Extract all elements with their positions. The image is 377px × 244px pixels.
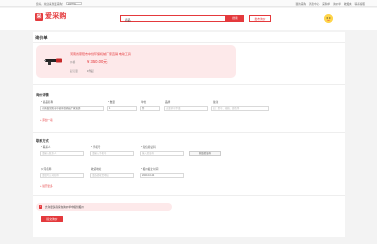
label-sms-code: * 短信验证码 <box>141 146 156 149</box>
col-unit: 单位 <box>141 101 147 104</box>
top-link-customer-service[interactable]: 联系客服 <box>355 2 365 6</box>
company-field[interactable]: 请填写公司名称 <box>40 173 84 178</box>
product-name[interactable]: 河南省荥阳市中创环保机械厂家直销 电动工具 <box>70 52 131 56</box>
publish-inquiry-button[interactable]: 发布询价 <box>249 15 271 22</box>
label-phone: * 手机号 <box>91 146 101 149</box>
contact-section-title: 联系方式 <box>36 139 49 143</box>
mascot-face-icon <box>324 14 333 23</box>
contact-field[interactable]: 请输入联系人 <box>40 151 84 156</box>
search-category[interactable]: 商品 <box>125 18 131 22</box>
quantity-field[interactable]: 1 <box>107 106 137 111</box>
agreement-bar: ✓ 允许更多商家在询价单中提供报价 <box>36 203 172 211</box>
mascot-icon[interactable] <box>324 14 333 23</box>
page-title: 询价单 <box>35 35 48 40</box>
main-panel: 询价单 河南省荥阳市中创环保机械厂家直销 电动工具 价格 ¥ 350.00元 起… <box>33 32 345 237</box>
top-links: 我的采购 消息中心 采购单 询价单 收藏夹 联系客服 <box>296 2 365 6</box>
top-link-favorites[interactable]: 收藏夹 <box>344 2 352 6</box>
product-price: ¥ 350.00元 <box>87 59 108 64</box>
product-card: 河南省荥阳市中创环保机械厂家直销 电动工具 价格 ¥ 350.00元 起订量 1… <box>36 45 236 78</box>
submit-inquiry-button[interactable]: 提交询价 <box>41 216 63 222</box>
section-divider-3 <box>33 195 345 196</box>
phone-field[interactable]: 请输入手机号 <box>90 151 134 156</box>
section-divider <box>33 84 345 85</box>
label-deadline: * 报价截止时间 <box>141 168 159 171</box>
power-tool-image <box>44 58 62 65</box>
logo-icon[interactable]: 采 <box>35 13 43 21</box>
unit-select[interactable]: 件 <box>140 106 160 111</box>
top-link-purchase-list[interactable]: 采购单 <box>322 2 330 6</box>
title-divider <box>33 42 345 43</box>
label-contact: * 联系人 <box>41 146 51 149</box>
top-link-messages[interactable]: 消息中心 <box>309 2 319 6</box>
address-select[interactable]: 请选择收货地址 <box>90 173 134 178</box>
search-button[interactable]: 搜索 <box>226 15 244 22</box>
brand-field[interactable]: 无要求可不填 <box>164 106 208 111</box>
top-bar: 您好，欢迎来到爱采购！ 15****0 我的采购 消息中心 采购单 询价单 收藏… <box>0 0 377 7</box>
label-address: 收货地址 <box>91 168 102 171</box>
product-name-field[interactable]: 河南省荥阳市中创环保机械厂家直销 <box>40 106 104 111</box>
min-order-label: 起订量 <box>70 70 78 73</box>
agreement-text: 允许更多商家在询价单中提供报价 <box>45 206 84 210</box>
col-brand: 品牌 <box>165 101 171 104</box>
note-field[interactable]: 如：型号、规格、颜色等 <box>211 106 269 111</box>
add-item-link[interactable]: + 添加一项 <box>40 118 53 122</box>
search-input[interactable]: 商品 <box>120 15 226 22</box>
min-order-value: 1件起 <box>87 70 94 73</box>
logo-text[interactable]: 爱采购 <box>45 13 67 21</box>
deadline-date-field[interactable]: 2020-10-24 <box>140 173 184 178</box>
top-link-inquiry-list[interactable]: 询价单 <box>333 2 341 6</box>
col-note: 备注 <box>213 101 219 104</box>
top-link-my-purchase[interactable]: 我的采购 <box>296 2 306 6</box>
col-quantity: * 数量 <box>108 101 115 104</box>
col-product-name: * 商品名称 <box>41 101 54 104</box>
section-divider-2 <box>33 132 345 133</box>
label-company: 公司名称 <box>41 168 52 171</box>
welcome-text: 您好，欢迎来到爱采购！ <box>36 3 65 6</box>
get-code-button[interactable]: 获取验证码 <box>189 151 221 156</box>
inquiry-section-title: 询价详情 <box>36 93 49 97</box>
agreement-checkbox[interactable]: ✓ <box>39 205 43 209</box>
price-label: 价格 <box>70 61 76 64</box>
expand-more-link[interactable]: + 展开更多 <box>40 184 53 188</box>
sms-code-field[interactable]: 输入验证码 <box>140 151 184 156</box>
user-account-field[interactable]: 15****0 <box>66 1 82 5</box>
